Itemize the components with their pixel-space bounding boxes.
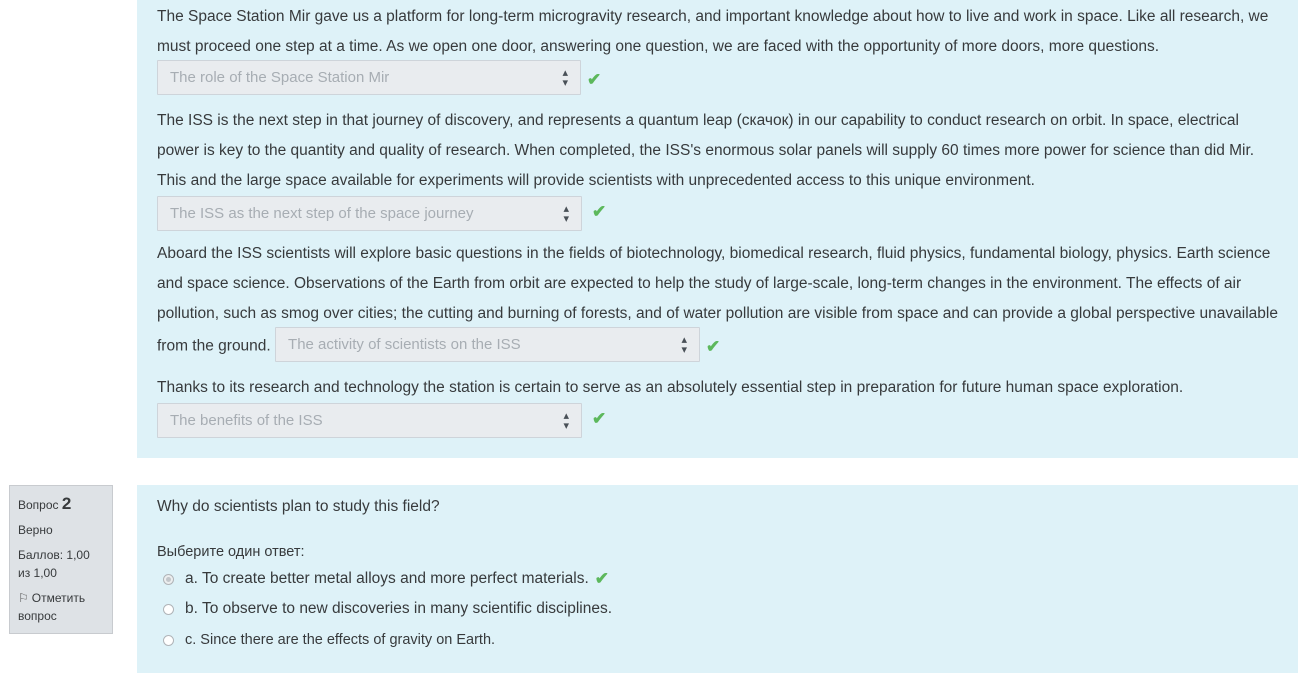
- question-number: Вопрос 2: [18, 495, 104, 514]
- heading-select-1[interactable]: The role of the Space Station Mir ▴ ▾: [157, 60, 581, 95]
- heading-select-4[interactable]: The benefits of the ISS ▴ ▾: [157, 403, 582, 438]
- heading-select-1-value: The role of the Space Station Mir: [170, 68, 390, 86]
- check-icon: ✔: [587, 69, 602, 89]
- check-icon: ✔: [594, 569, 610, 588]
- radio-button-c[interactable]: [163, 634, 174, 646]
- question-score: Баллов: 1,00 из 1,00: [18, 548, 90, 580]
- question2-panel: Why do scientists plan to study this fie…: [137, 485, 1298, 673]
- heading-select-3-value: The activity of scientists on the ISS: [288, 335, 521, 353]
- check-icon: ✔: [706, 336, 721, 356]
- paragraph-3: Aboard the ISS scientists will explore b…: [157, 239, 1282, 364]
- answer-option-a-label: a. To create better metal alloys and mor…: [185, 570, 589, 587]
- radio-button-a[interactable]: [163, 573, 174, 585]
- updown-arrows-icon: ▴ ▾: [562, 66, 568, 89]
- question-info-box: Вопрос 2 Верно Баллов: 1,00 из 1,00 ⚐ Отм…: [9, 485, 113, 634]
- paragraph-1: The Space Station Mir gave us a platform…: [157, 2, 1282, 97]
- check-icon: ✔: [592, 409, 607, 428]
- answer-option-b[interactable]: b. To observe to new discoveries in many…: [163, 600, 612, 618]
- paragraph-2: The ISS is the next step in that journey…: [157, 106, 1282, 196]
- answer-option-a[interactable]: a. To create better metal alloys and mor…: [163, 569, 609, 589]
- flag-question-link[interactable]: ⚐ Отметить вопрос: [18, 589, 104, 625]
- radio-button-b[interactable]: [163, 603, 174, 615]
- question1-panel: The Space Station Mir gave us a platform…: [137, 0, 1298, 458]
- answer-option-c[interactable]: c. Since there are the effects of gravit…: [163, 632, 495, 648]
- updown-arrows-icon: ▴ ▾: [563, 409, 569, 432]
- question-status: Верно: [18, 523, 53, 537]
- heading-select-2[interactable]: The ISS as the next step of the space jo…: [157, 196, 582, 231]
- question-number-value: 2: [61, 494, 72, 513]
- paragraph-2-text: The ISS is the next step in that journey…: [157, 112, 1255, 189]
- heading-select-4-value: The benefits of the ISS: [170, 412, 323, 429]
- question-label: Вопрос: [18, 498, 59, 512]
- flag-icon: ⚐: [18, 591, 29, 605]
- answer-option-b-label: b. To observe to new discoveries in many…: [185, 600, 613, 617]
- answer-option-c-label: c. Since there are the effects of gravit…: [185, 632, 496, 648]
- heading-select-3[interactable]: The activity of scientists on the ISS ▴ ▾: [275, 327, 701, 362]
- paragraph-1-text: The Space Station Mir gave us a platform…: [157, 8, 1269, 55]
- answer-prompt: Выберите один ответ:: [157, 544, 305, 560]
- check-icon: ✔: [592, 202, 607, 221]
- question-text: Why do scientists plan to study this fie…: [157, 498, 440, 515]
- updown-arrows-icon: ▴ ▾: [563, 202, 569, 225]
- updown-arrows-icon: ▴ ▾: [681, 333, 688, 356]
- heading-select-2-value: The ISS as the next step of the space jo…: [170, 205, 474, 222]
- paragraph-4: Thanks to its research and technology th…: [157, 373, 1282, 403]
- paragraph-4-text: Thanks to its research and technology th…: [157, 379, 1184, 396]
